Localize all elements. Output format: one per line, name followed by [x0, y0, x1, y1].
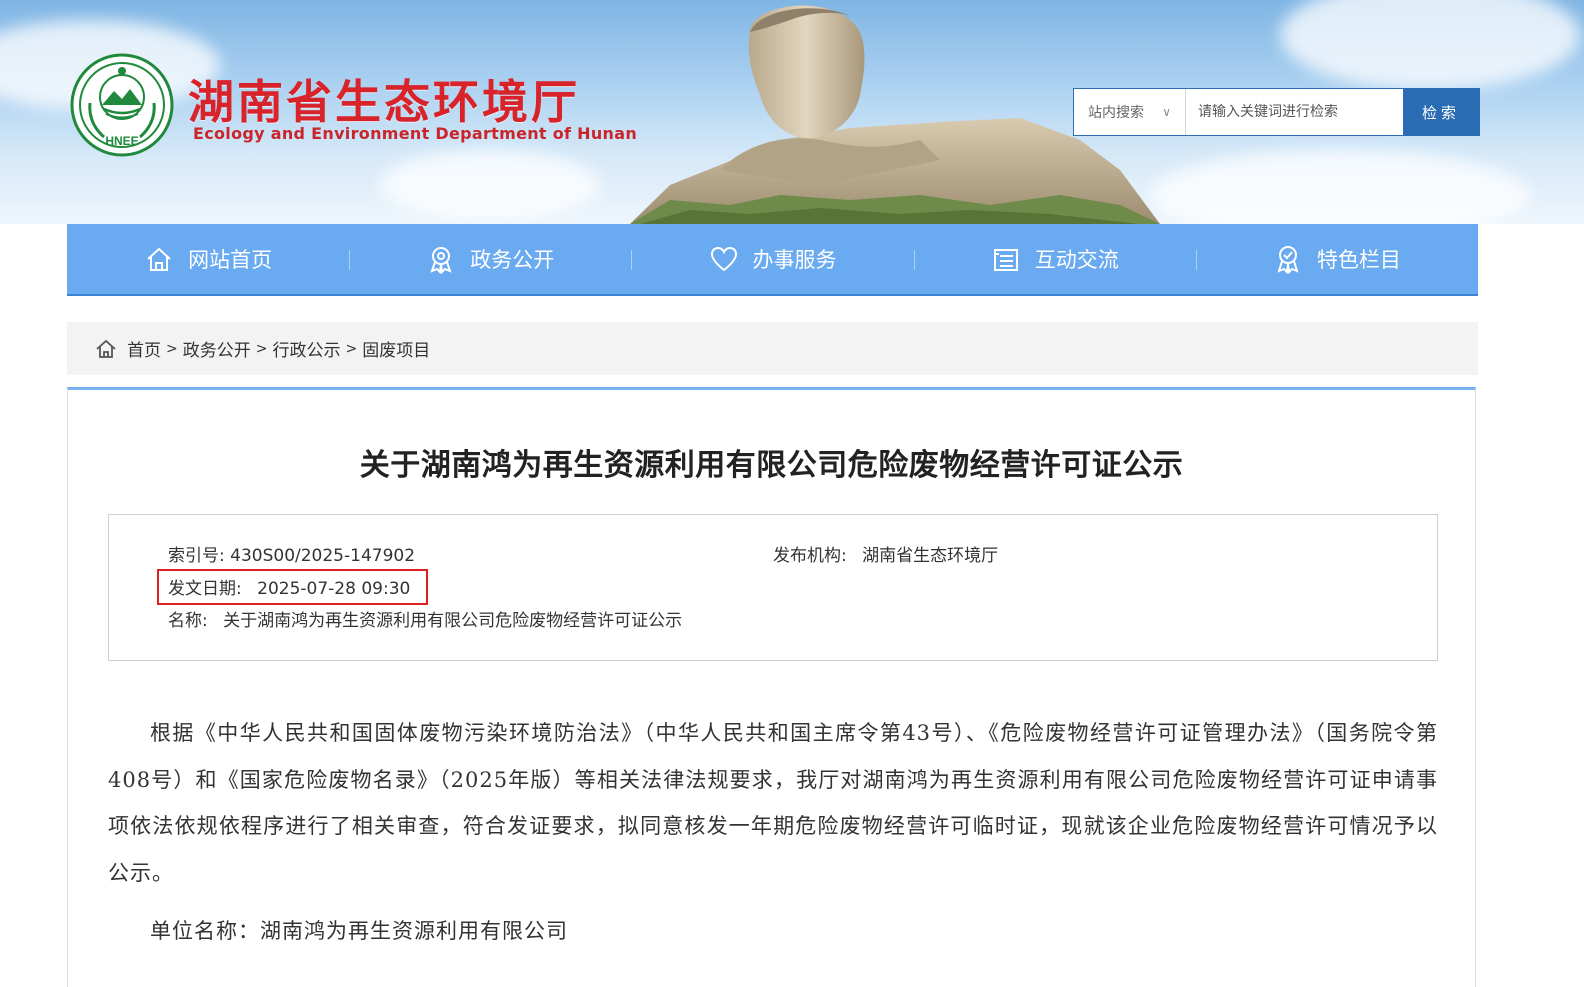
ribbon-icon	[1277, 246, 1299, 274]
meta-name-label: 名称:	[168, 611, 208, 631]
breadcrumb-separator: >	[345, 340, 358, 357]
cloud-decoration	[1280, 0, 1580, 90]
search-scope-select[interactable]: 站内搜索 ∨	[1074, 89, 1186, 135]
meta-publisher: 发布机构: 湖南省生态环境厅	[773, 541, 998, 566]
meta-index-label: 索引号:	[168, 546, 225, 566]
home-icon	[96, 339, 116, 358]
meta-index: 索引号: 430S00/2025-147902	[168, 541, 415, 566]
date-highlight-box	[157, 569, 428, 605]
search-bar: 站内搜索 ∨ 检索	[1073, 88, 1480, 136]
chevron-down-icon: ∨	[1162, 105, 1171, 119]
nav-item-label: 特色栏目	[1316, 248, 1401, 272]
nav-item-label: 政务公开	[470, 248, 555, 272]
site-subtitle: Ecology and Environment Department of Hu…	[193, 124, 638, 143]
nav-item-home[interactable]: 网站首页	[67, 224, 349, 294]
nav-item-services[interactable]: 办事服务	[631, 224, 913, 294]
logo-text: HNEE	[105, 134, 138, 148]
nav-item-gov-affairs[interactable]: 政务公开	[349, 224, 631, 294]
main-nav: 网站首页 政务公开 办事服务 互动交流 特色栏目	[67, 224, 1478, 296]
breadcrumb-admin-notice[interactable]: 行政公示	[272, 336, 340, 361]
meta-name: 名称: 关于湖南鸿为再生资源利用有限公司危险废物经营许可证公示	[168, 606, 682, 631]
nav-item-featured[interactable]: 特色栏目	[1195, 224, 1478, 294]
header-banner: HNEE 湖南省生态环境厅 Ecology and Environment De…	[0, 0, 1584, 224]
document-icon	[993, 249, 1018, 271]
nav-item-label: 办事服务	[752, 248, 837, 272]
breadcrumb-solid-waste[interactable]: 固废项目	[362, 336, 430, 361]
breadcrumb-gov-affairs[interactable]: 政务公开	[183, 336, 251, 361]
search-button[interactable]: 检索	[1403, 89, 1479, 135]
article-title: 关于湖南鸿为再生资源利用有限公司危险废物经营许可证公示	[359, 448, 1184, 483]
article-unit-name: 单位名称：湖南鸿为再生资源利用有限公司	[150, 919, 568, 943]
nav-item-label: 网站首页	[188, 248, 273, 272]
article-body: 根据《中华人民共和国固体废物污染环境防治法》（中华人民共和国主席令第43号）、《…	[108, 721, 1438, 885]
home-icon	[147, 247, 171, 271]
meta-publisher-label: 发布机构:	[773, 546, 847, 566]
nav-item-label: 互动交流	[1034, 248, 1119, 272]
site-title[interactable]: 湖南省生态环境厅	[188, 66, 580, 132]
article-meta: 索引号: 430S00/2025-147902 发布机构: 湖南省生态环境厅 发…	[108, 514, 1438, 661]
breadcrumb-home[interactable]: 首页	[127, 336, 161, 361]
breadcrumb-separator: >	[166, 340, 178, 357]
meta-index-value: 430S00/2025-147902	[230, 546, 416, 566]
heart-icon	[710, 246, 737, 272]
nav-item-interaction[interactable]: 互动交流	[913, 224, 1196, 294]
search-scope-label: 站内搜索	[1088, 105, 1144, 121]
breadcrumb-separator: >	[255, 340, 268, 357]
search-input[interactable]	[1186, 89, 1403, 135]
breadcrumb: 首页 > 政务公开 > 行政公示 > 固废项目	[67, 322, 1478, 375]
article-panel: 关于湖南鸿为再生资源利用有限公司危险废物经营许可证公示 索引号: 430S00/…	[67, 387, 1476, 987]
meta-name-value: 关于湖南鸿为再生资源利用有限公司危险废物经营许可证公示	[223, 611, 683, 631]
badge-icon	[430, 247, 452, 274]
hnee-logo-icon: HNEE	[70, 53, 174, 157]
cloud-decoration	[1150, 150, 1530, 224]
meta-publisher-value: 湖南省生态环境厅	[862, 546, 999, 566]
